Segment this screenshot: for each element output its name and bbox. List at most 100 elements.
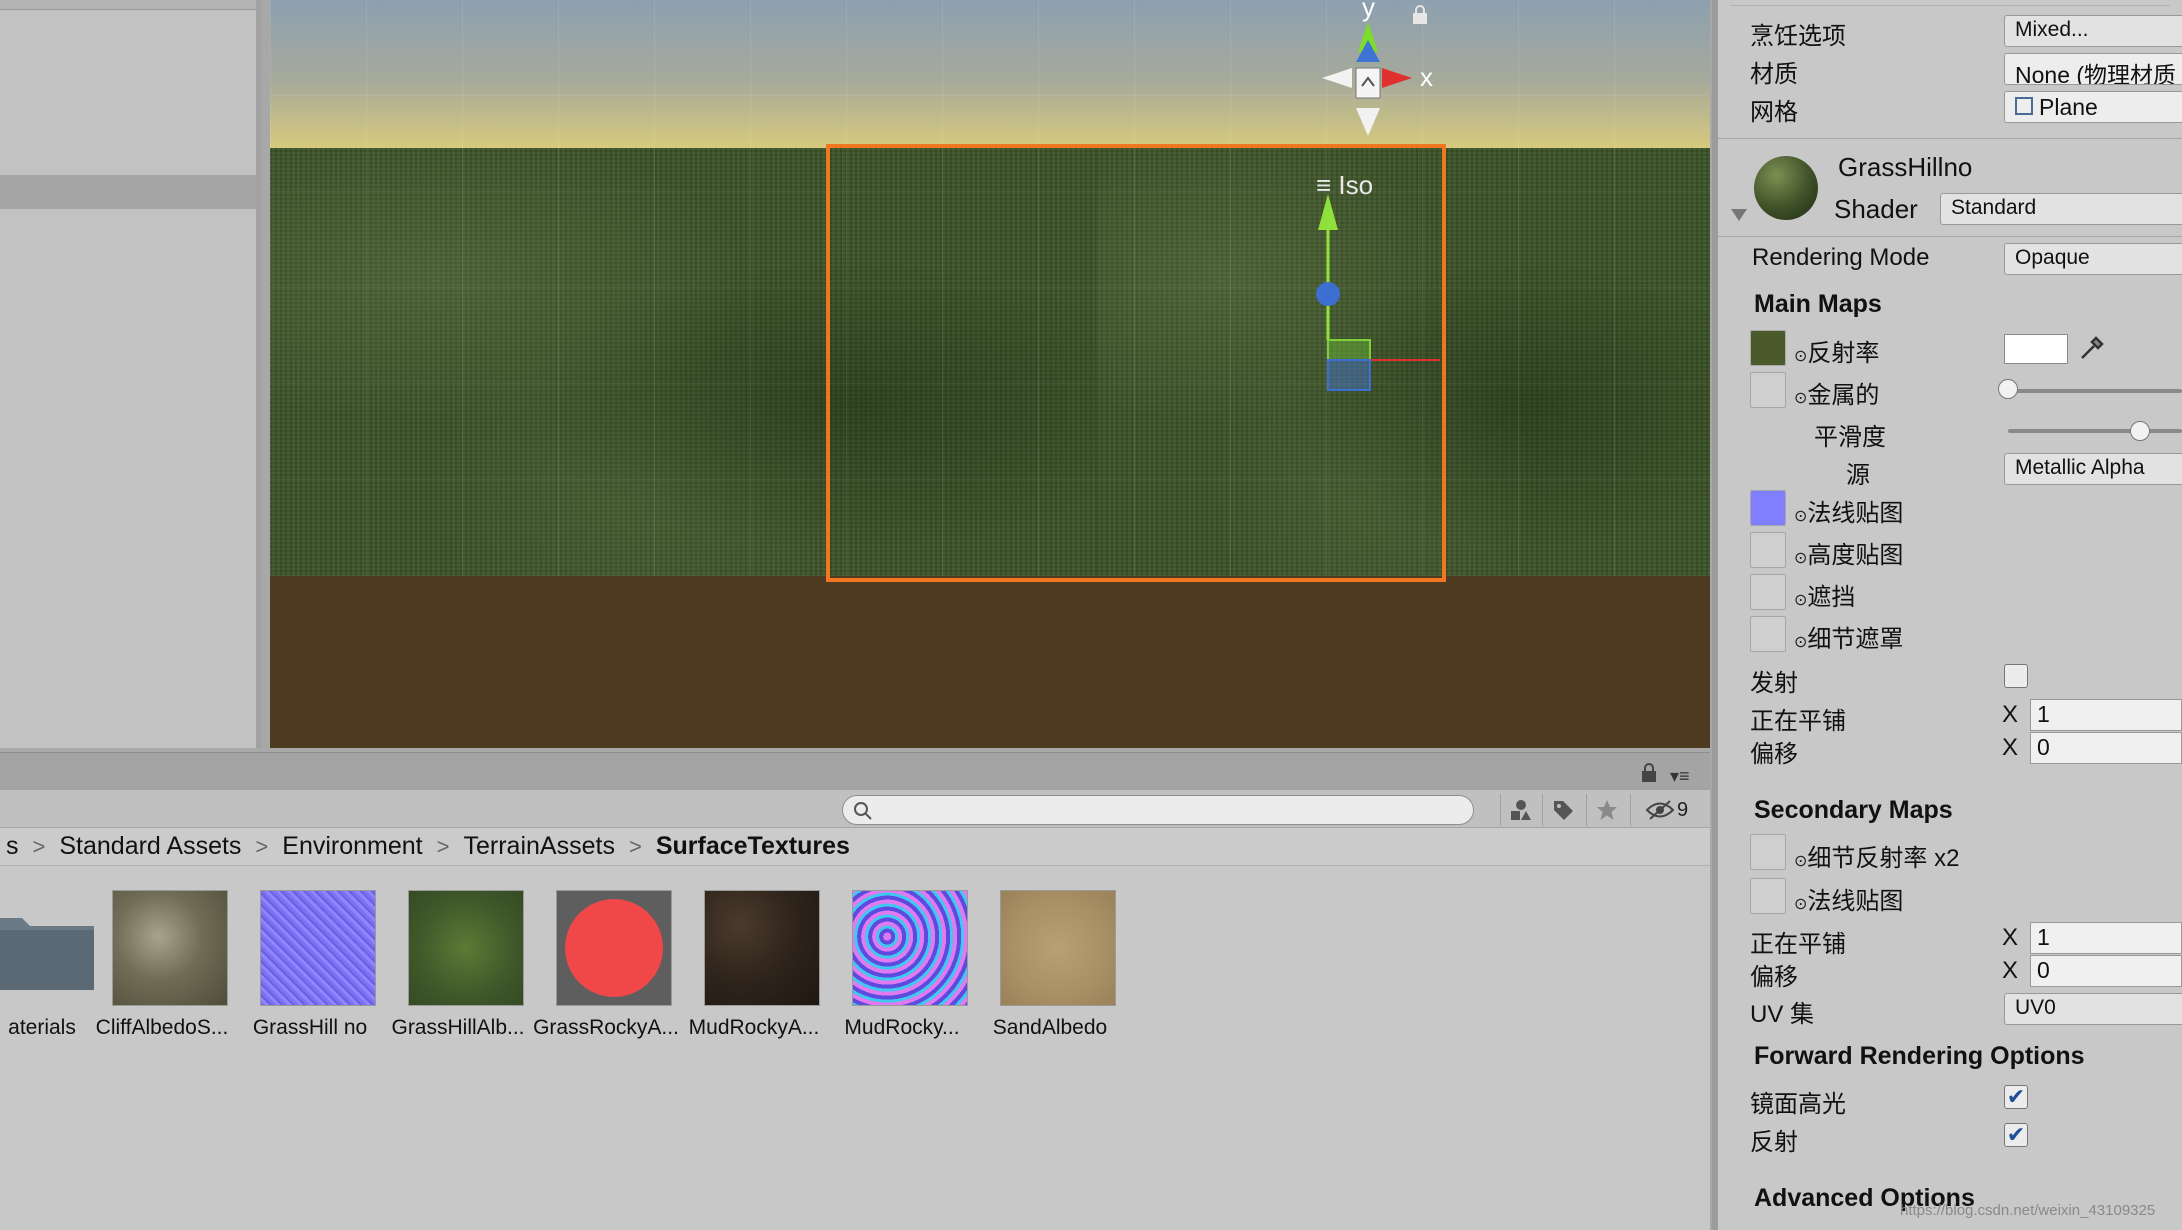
normal-map-slot[interactable]: [1750, 490, 1786, 526]
breadcrumb: s > Standard Assets > Environment > Terr…: [0, 828, 1710, 866]
physic-material-label: 材质: [1750, 61, 1798, 88]
detail-offset-x-input[interactable]: 0: [2030, 955, 2182, 987]
shapes-icon: [1510, 800, 1531, 820]
hidden-count: 9: [1676, 798, 1689, 821]
specular-highlights-label: 镜面高光: [1750, 1091, 1846, 1118]
offset-label: 偏移: [1750, 741, 1798, 768]
texture-thumbnail: [260, 890, 376, 1006]
uv-set-dropdown[interactable]: UV0: [2004, 993, 2182, 1025]
reflections-checkbox[interactable]: ✔: [2004, 1122, 2028, 1147]
shader-label: Shader: [1834, 194, 1918, 224]
divider: [1718, 138, 2182, 139]
hierarchy-row[interactable]: [0, 0, 256, 10]
detail-mask-label: ⊙细节遮罩: [1794, 626, 1904, 653]
asset-item-texture[interactable]: MudRocky...: [832, 890, 972, 1039]
detail-offset-label: 偏移: [1750, 964, 1798, 991]
emission-checkbox[interactable]: [2004, 664, 2028, 688]
asset-item-texture[interactable]: GrassHill no: [240, 890, 380, 1039]
texture-thumbnail: [852, 890, 968, 1006]
asset-label: MudRockyA...: [688, 1016, 820, 1039]
folder-icon: [0, 918, 94, 990]
offset-x-input[interactable]: 0: [2030, 732, 2182, 764]
occlusion-slot[interactable]: [1750, 574, 1786, 610]
checkmark-icon: ✔: [2006, 1084, 2026, 1109]
asset-label: MudRocky...: [844, 1016, 960, 1039]
height-map-slot[interactable]: [1750, 532, 1786, 568]
lock-icon[interactable]: [1410, 4, 1430, 26]
asset-label: aterials: [8, 1016, 76, 1039]
mesh-value: Plane: [2039, 94, 2098, 120]
watermark: https://blog.csdn.net/weixin_43109325: [1900, 1202, 2156, 1219]
detail-albedo-slot[interactable]: [1750, 834, 1786, 870]
metallic-slider-track[interactable]: [2008, 389, 2182, 393]
eyedropper-icon[interactable]: [2076, 334, 2106, 364]
hierarchy-selected-row[interactable]: [0, 175, 256, 209]
bake-options-dropdown[interactable]: Mixed...: [2004, 15, 2182, 47]
detail-mask-slot[interactable]: [1750, 616, 1786, 652]
smoothness-label: 平滑度: [1814, 424, 1886, 451]
asset-label: GrassHill no: [252, 1016, 368, 1039]
asset-label: SandAlbedo: [992, 1016, 1108, 1039]
detail-offset-x-label: X: [2002, 957, 2019, 984]
search-by-type-button[interactable]: [1500, 794, 1540, 826]
secondary-maps-header: Secondary Maps: [1754, 796, 1953, 824]
rendering-mode-label: Rendering Mode: [1752, 244, 1930, 271]
detail-normal-slot[interactable]: [1750, 878, 1786, 914]
asset-item-folder[interactable]: aterials: [0, 890, 102, 1039]
star-icon: [1596, 800, 1617, 820]
detail-tiling-x-input[interactable]: 1: [2030, 922, 2182, 954]
lock-icon[interactable]: [1640, 762, 1658, 784]
mesh-field[interactable]: Plane: [2004, 91, 2182, 123]
breadcrumb-item[interactable]: Standard Assets: [53, 832, 247, 861]
asset-item-texture[interactable]: MudRockyA...: [684, 890, 824, 1039]
asset-item-texture[interactable]: GrassRockyA...: [533, 890, 679, 1039]
detail-tiling-x-label: X: [2002, 924, 2019, 951]
asset-item-texture[interactable]: GrassHillAlb...: [388, 890, 528, 1039]
main-maps-header: Main Maps: [1754, 290, 1882, 318]
rendering-mode-dropdown[interactable]: Opaque: [2004, 243, 2182, 275]
favorites-button[interactable]: [1586, 794, 1626, 826]
search-by-label-button[interactable]: [1542, 794, 1582, 826]
specular-highlights-checkbox[interactable]: ✔: [2004, 1084, 2028, 1109]
target-icon: ⊙: [1794, 896, 1808, 913]
tiling-x-label: X: [2002, 701, 2019, 728]
chevron-right-icon: >: [255, 833, 269, 859]
height-map-label: ⊙高度贴图: [1794, 542, 1904, 569]
chevron-right-icon: >: [628, 833, 642, 859]
search-input[interactable]: [842, 795, 1474, 825]
target-icon: ⊙: [1794, 592, 1808, 609]
detail-tiling-label: 正在平铺: [1750, 931, 1846, 958]
metallic-slider-handle[interactable]: [1998, 379, 2018, 399]
smoothness-source-dropdown[interactable]: Metallic Alpha: [2004, 453, 2182, 485]
breadcrumb-item[interactable]: s: [0, 832, 25, 861]
smoothness-slider-handle[interactable]: [2130, 421, 2150, 441]
albedo-texture-slot[interactable]: [1750, 330, 1786, 366]
breadcrumb-current[interactable]: SurfaceTextures: [650, 832, 856, 861]
chevron-down-icon[interactable]: [1730, 208, 1748, 222]
axis-y-label: y: [1362, 0, 1375, 22]
axis-x-label: x: [1420, 62, 1433, 92]
source-label: 源: [1846, 462, 1870, 489]
metallic-texture-slot[interactable]: [1750, 372, 1786, 408]
move-tool-gizmo[interactable]: [1300, 190, 1440, 410]
checkmark-icon: ✔: [2006, 1122, 2026, 1147]
asset-item-texture[interactable]: CliffAlbedoS...: [92, 890, 232, 1039]
breadcrumb-item[interactable]: Environment: [276, 832, 428, 861]
panel-menu-icon[interactable]: ▾≡: [1670, 766, 1690, 787]
hidden-packages-toggle[interactable]: 9: [1630, 794, 1702, 826]
asset-item-texture[interactable]: SandAlbedo: [980, 890, 1120, 1039]
breadcrumb-item[interactable]: TerrainAssets: [458, 832, 621, 861]
target-icon: ⊙: [1794, 550, 1808, 567]
albedo-color-field[interactable]: [2004, 334, 2068, 364]
ground-plane: [270, 576, 1710, 748]
chevron-right-icon: >: [32, 833, 46, 859]
hierarchy-panel: [0, 0, 262, 748]
target-icon: ⊙: [1794, 853, 1808, 870]
tiling-x-input[interactable]: 1: [2030, 699, 2182, 731]
asset-label: GrassRockyA...: [533, 1016, 679, 1039]
albedo-label: ⊙反射率: [1794, 340, 1880, 367]
physic-material-field[interactable]: None (物理材质: [2004, 53, 2182, 85]
shader-dropdown[interactable]: Standard: [1940, 193, 2182, 225]
material-preview-sphere: [1754, 156, 1818, 220]
smoothness-slider-track[interactable]: [2008, 429, 2182, 433]
